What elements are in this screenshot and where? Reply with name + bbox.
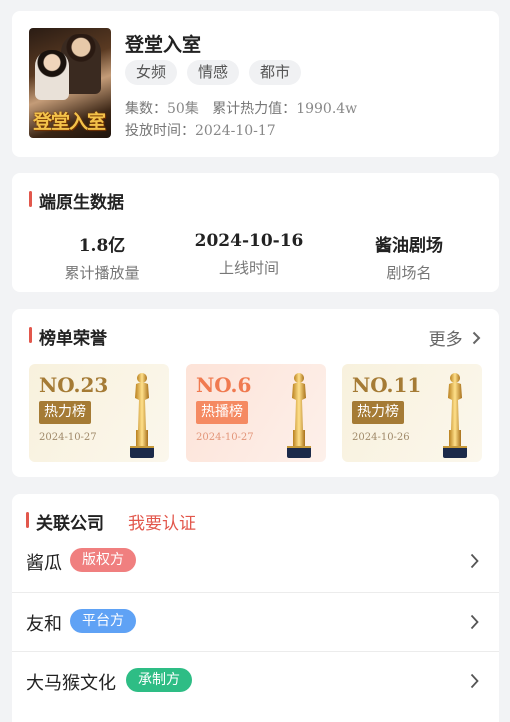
verify-link[interactable]: 我要认证	[128, 509, 196, 534]
cover-title-text: 登堂入室	[33, 111, 106, 133]
rank-date: 2024-10-27	[39, 432, 97, 443]
release-time: 投放时间：2024-10-17	[125, 120, 276, 140]
companies-title: 关联公司	[26, 509, 104, 534]
episodes-value: 50集	[167, 101, 199, 117]
release-value: 2024-10-17	[195, 123, 276, 139]
drama-title: 登堂入室	[125, 34, 202, 56]
trophy-icon	[130, 373, 154, 458]
trophy-icon	[287, 373, 311, 458]
rank-card[interactable]: NO.11 热力榜 2024-10-26	[342, 364, 482, 462]
rank-number: NO.23	[39, 373, 109, 397]
rank-card[interactable]: NO.6 热播榜 2024-10-27	[186, 364, 326, 462]
drama-tags: 女频 情感 都市	[125, 60, 302, 85]
rank-number: NO.6	[196, 373, 252, 397]
company-name: 大马猴文化	[26, 673, 116, 694]
chevron-right-icon	[470, 614, 479, 630]
native-data-title: 端原生数据	[29, 188, 124, 213]
heat-label: 累计热力值：	[212, 101, 297, 117]
more-link[interactable]: 更多	[429, 325, 481, 350]
stat-online-date-value: 2024-10-16	[194, 231, 304, 251]
rank-board-badge: 热播榜	[196, 401, 248, 424]
company-role-badge: 承制方	[126, 668, 192, 692]
episodes-and-heat: 集数：50集 累计热力值：1990.4w	[125, 98, 357, 118]
chevron-right-icon	[467, 330, 481, 350]
company-role-badge: 平台方	[70, 609, 136, 633]
rank-date: 2024-10-27	[196, 432, 254, 443]
cover-figure-woman	[35, 50, 69, 100]
honors-title: 榜单荣誉	[29, 324, 107, 349]
company-name: 友和	[26, 614, 62, 635]
tag-genre: 女频	[125, 60, 178, 85]
tag-emotion: 情感	[187, 60, 240, 85]
tag-urban: 都市	[249, 60, 302, 85]
stat-theater: 酱油剧场 剧场名	[339, 231, 479, 283]
company-row[interactable]: 大马猴文化 承制方	[12, 651, 499, 710]
stat-theater-value: 酱油剧场	[375, 236, 443, 256]
stat-plays-value: 1.8亿	[78, 236, 126, 256]
stat-theater-label: 剧场名	[386, 264, 432, 282]
stat-plays-label: 累计播放量	[64, 264, 140, 282]
company-row[interactable]: 友和 平台方	[12, 592, 499, 651]
episodes-label: 集数：	[125, 101, 167, 117]
chevron-right-icon	[470, 553, 479, 569]
rank-board-badge: 热力榜	[39, 401, 91, 424]
stat-online-date: 2024-10-16 上线时间	[179, 231, 319, 278]
release-label: 投放时间：	[125, 123, 195, 139]
heat-value: 1990.4w	[296, 101, 358, 117]
rank-board-badge: 热力榜	[352, 401, 404, 424]
honors-card: 榜单荣誉 更多 NO.23 热力榜 2024-10-27 NO.6 热播榜 20…	[12, 309, 499, 477]
trophy-icon	[443, 373, 467, 458]
more-label: 更多	[428, 330, 463, 350]
chevron-right-icon	[470, 673, 479, 689]
rank-card[interactable]: NO.23 热力榜 2024-10-27	[29, 364, 169, 462]
company-name: 酱瓜	[26, 553, 62, 574]
rank-date: 2024-10-26	[352, 432, 410, 443]
companies-card: 关联公司 我要认证 酱瓜 版权方 友和 平台方 大马猴文化 承制方	[12, 494, 499, 722]
native-data-card: 端原生数据 1.8亿 累计播放量 2024-10-16 上线时间 酱油剧场 剧场…	[12, 173, 499, 292]
stat-plays: 1.8亿 累计播放量	[32, 231, 172, 283]
stat-online-date-label: 上线时间	[218, 259, 279, 277]
drama-cover-image[interactable]: 登堂入室	[29, 28, 111, 138]
rank-number: NO.11	[352, 373, 422, 397]
company-role-badge: 版权方	[70, 548, 136, 572]
drama-info-card: 登堂入室 登堂入室 女频 情感 都市 集数：50集 累计热力值：1990.4w …	[12, 11, 499, 157]
company-row[interactable]: 酱瓜 版权方	[12, 532, 499, 591]
